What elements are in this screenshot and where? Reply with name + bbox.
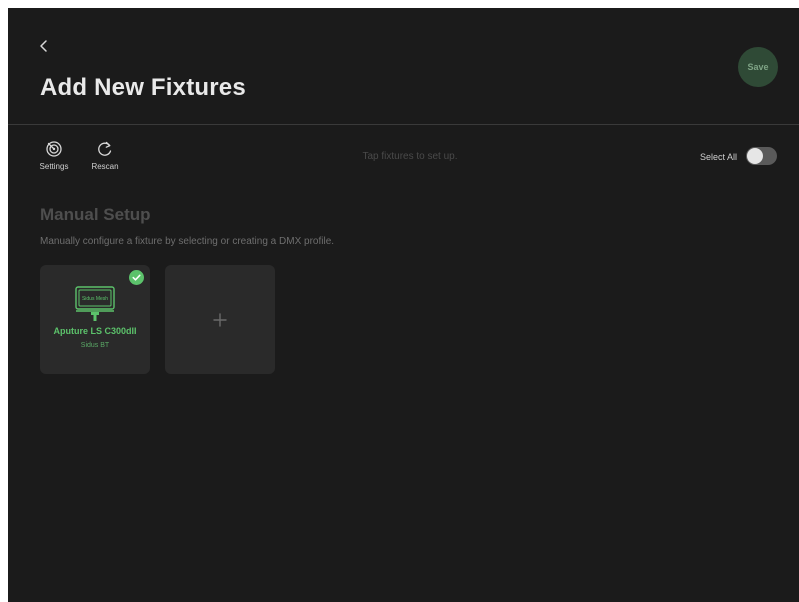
setup-hint: Tap fixtures to set up.	[362, 151, 458, 162]
refresh-icon	[98, 141, 112, 156]
header-divider	[8, 124, 799, 125]
add-fixture-button[interactable]	[165, 265, 275, 374]
fixture-image-label: Sidus Mesh	[82, 296, 108, 302]
light-panel-icon: Sidus Mesh	[75, 286, 115, 321]
app-window: Add New Fixtures Save Settings Rescan Ta…	[8, 8, 799, 602]
settings-label: Settings	[39, 162, 69, 171]
section-title: Manual Setup	[40, 205, 151, 224]
back-button[interactable]	[36, 38, 52, 54]
plus-icon	[213, 313, 227, 327]
section-description: Manually configure a fixture by selectin…	[40, 236, 335, 247]
rescan-label: Rescan	[91, 162, 119, 171]
radar-icon	[46, 141, 62, 157]
settings-button[interactable]: Settings	[34, 140, 74, 171]
page-title: Add New Fixtures	[40, 74, 246, 101]
rescan-button[interactable]: Rescan	[85, 140, 125, 171]
check-icon	[129, 270, 144, 285]
fixture-card[interactable]: Sidus Mesh Aputure LS C300dII Sidus BT	[40, 265, 150, 374]
save-button[interactable]: Save	[738, 47, 778, 87]
fixture-name: Aputure LS C300dII	[53, 326, 137, 336]
chevron-left-icon	[40, 40, 47, 52]
select-all-toggle[interactable]	[746, 147, 777, 165]
fixture-protocol: Sidus BT	[80, 342, 110, 349]
select-all-label: Select All	[699, 152, 737, 162]
toggle-knob	[747, 148, 763, 164]
